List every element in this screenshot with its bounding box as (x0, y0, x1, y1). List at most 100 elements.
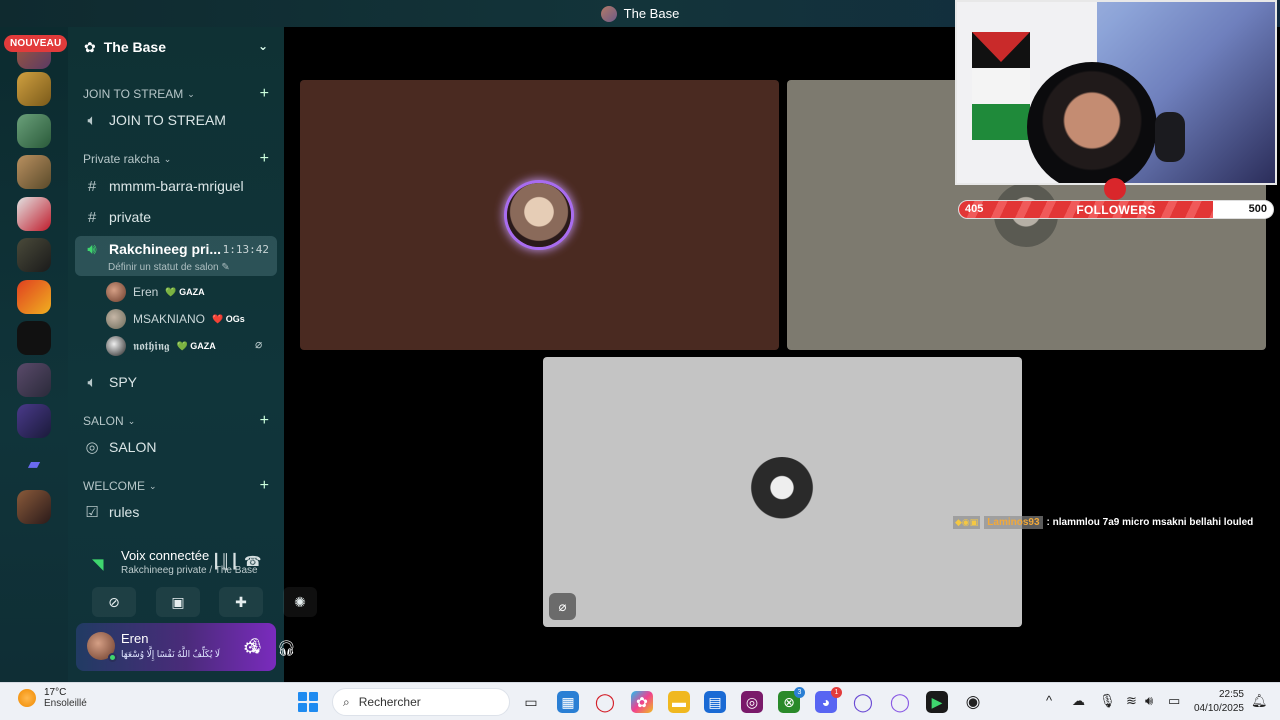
chevron-down-icon: ⌄ (187, 88, 195, 99)
member-tag: ❤️ OGs (212, 313, 245, 324)
copilot-icon[interactable]: ✿ (631, 691, 653, 713)
add-channel-icon[interactable]: + (260, 477, 269, 495)
taskbar-search[interactable]: ⌕ Rechercher (332, 688, 510, 716)
add-channel-icon[interactable]: + (260, 85, 269, 103)
chevron-down-icon: ⌄ (163, 153, 172, 164)
opera-icon[interactable]: ◯ (594, 691, 616, 713)
obs-icon[interactable]: ◉ (962, 691, 984, 713)
server-icon (600, 5, 617, 22)
server-item[interactable] (17, 363, 51, 397)
add-channel-icon[interactable]: + (260, 150, 269, 168)
activities-button[interactable]: ✚ (219, 587, 263, 617)
task-view-icon[interactable]: ▭ (520, 691, 542, 713)
new-badge: NOUVEAU (4, 35, 68, 52)
share-screen-button[interactable]: ▣ (156, 587, 200, 617)
voice-connected-panel: ◥ Voix connectée Rakchineeg private / Th… (76, 539, 317, 629)
channel-label: SALON (109, 439, 157, 455)
server-item[interactable] (17, 197, 51, 231)
mic-icon[interactable]: 🎙︎ (1099, 693, 1116, 709)
channel-spy[interactable]: 🔈︎ SPY (82, 368, 278, 396)
set-channel-status[interactable]: Définir un statut de salon ✎ (108, 262, 230, 273)
chevron-down-icon: ⌄ (257, 39, 268, 53)
taskbar: 17°C Ensoleillé ⌕ Rechercher ▭ ▦ ◯ ✿ ▬ ▤… (0, 682, 1280, 720)
battery-icon[interactable]: ▭ (1168, 693, 1180, 709)
server-item[interactable] (17, 155, 51, 189)
server-item[interactable] (17, 490, 51, 524)
clock[interactable]: 22:55 04/10/2025 (1194, 688, 1244, 716)
pencil-icon: ✎ (221, 262, 230, 273)
sun-icon (18, 689, 36, 707)
gear-icon[interactable]: ⚙ (243, 638, 257, 658)
category-join-to-stream[interactable]: JOIN TO STREAM ⌄ + (83, 85, 269, 103)
window-title: The Base (623, 6, 680, 21)
voice-timer: 1:13:42 (222, 243, 269, 256)
notification-bell-icon[interactable]: 🔔︎ (1251, 693, 1268, 709)
channel-mmmm-barra-mriguel[interactable]: # mmmm-barra-mriguel (82, 172, 278, 200)
voice-member[interactable]: Eren 💚 GAZA (106, 281, 205, 303)
opera-air-icon[interactable]: ◯ (889, 691, 911, 713)
followers-goal-bar: 405 FOLLOWERS 500 (958, 200, 1274, 219)
xbox-icon[interactable]: ⊗ 3 (778, 687, 805, 713)
stage-icon: ◎ (85, 439, 99, 456)
online-status-dot (108, 653, 117, 662)
channel-salon[interactable]: ◎ SALON (82, 433, 278, 461)
search-placeholder: Rechercher (358, 695, 421, 709)
channel-join-to-stream[interactable]: 🔈︎ JOIN TO STREAM (82, 106, 278, 134)
channel-private[interactable]: # private (82, 203, 278, 231)
notification-badge: 1 (831, 687, 842, 698)
followers-title: FOLLOWERS (1076, 203, 1156, 217)
channel-label: SPY (109, 374, 138, 390)
soundboard-button[interactable]: ✺ (283, 587, 317, 617)
server-item[interactable] (17, 404, 51, 438)
channel-label: mmmm-barra-mriguel (109, 178, 244, 194)
terminal-icon[interactable]: ▶ (926, 691, 948, 713)
server-item[interactable] (17, 72, 51, 106)
voice-status-title: Voix connectée (121, 548, 210, 563)
weather-widget[interactable]: 17°C Ensoleillé (18, 687, 87, 709)
category-salon[interactable]: SALON ⌄ + (83, 412, 269, 430)
participant-tile[interactable] (300, 80, 779, 350)
speaker-active-icon: 🔊︎ (87, 241, 97, 258)
member-name: Eren (133, 285, 159, 299)
volume-icon[interactable]: 🔊︎ (1145, 693, 1153, 709)
webcam-overlay (955, 0, 1277, 185)
disconnect-icon[interactable]: ☎ (244, 553, 261, 570)
soundwave-icon[interactable]: ┃║┃ (212, 553, 239, 570)
signal-icon[interactable]: ◥ (92, 555, 104, 573)
server-item[interactable] (17, 238, 51, 272)
chevron-up-icon[interactable]: ^ (1046, 693, 1052, 708)
category-private-rakcha[interactable]: Private rakcha ⌄ + (83, 150, 269, 168)
widgets-app-icon[interactable]: ▦ (557, 691, 579, 713)
headphones-icon[interactable]: 🎧︎ (277, 639, 296, 657)
category-welcome[interactable]: WELCOME ⌄ + (83, 477, 269, 495)
server-rail: ▰ NOUVEAU (0, 27, 68, 682)
search-icon: ⌕ (343, 694, 350, 709)
server-item[interactable] (17, 280, 51, 314)
participant-tile[interactable]: ⌀ (543, 357, 1022, 627)
camera-off-button[interactable]: ⊘ (92, 587, 136, 617)
channel-rules[interactable]: ☑ rules (82, 498, 278, 526)
streamer (1027, 62, 1157, 183)
windows-start-icon[interactable] (298, 692, 318, 712)
wifi-icon[interactable]: ≋ (1126, 693, 1137, 709)
add-channel-icon[interactable]: + (260, 412, 269, 430)
temperature: 17°C (44, 687, 67, 698)
user-custom-status: لَا يُكَلِّفُ اللَّهُ نَفْسًا إِلَّا وُس… (121, 649, 221, 659)
server-item[interactable] (17, 114, 51, 148)
voice-member[interactable]: MSAKNIANO ❤️ OGs (106, 308, 245, 330)
channel-active-voice[interactable]: 🔊︎ Rakchineeg pri... 1:13:42 Définir un … (75, 236, 277, 276)
rules-checkbox-icon: ☑ (85, 504, 99, 521)
folder-icon[interactable]: ▰ (17, 447, 51, 481)
opera-gx-icon[interactable]: ◯ (852, 691, 874, 713)
voice-member[interactable]: 𝖓𝖔𝖙𝖍𝖎𝖓𝖌 💚 GAZA (106, 335, 216, 357)
cloud-icon[interactable]: ☁ (1072, 693, 1085, 709)
user-name[interactable]: Eren (121, 631, 148, 646)
server-item[interactable] (17, 321, 51, 355)
channel-label: Rakchineeg pri... (109, 241, 222, 257)
server-header[interactable]: ✿ The Base ⌄ (68, 27, 284, 67)
category-label: Private rakcha (83, 152, 160, 166)
store-icon[interactable]: ▤ (704, 691, 726, 713)
discord-icon[interactable]: ◕ 1 (815, 687, 842, 713)
file-explorer-icon[interactable]: ▬ (668, 691, 690, 713)
instagram-icon[interactable]: ◎ (741, 691, 763, 713)
